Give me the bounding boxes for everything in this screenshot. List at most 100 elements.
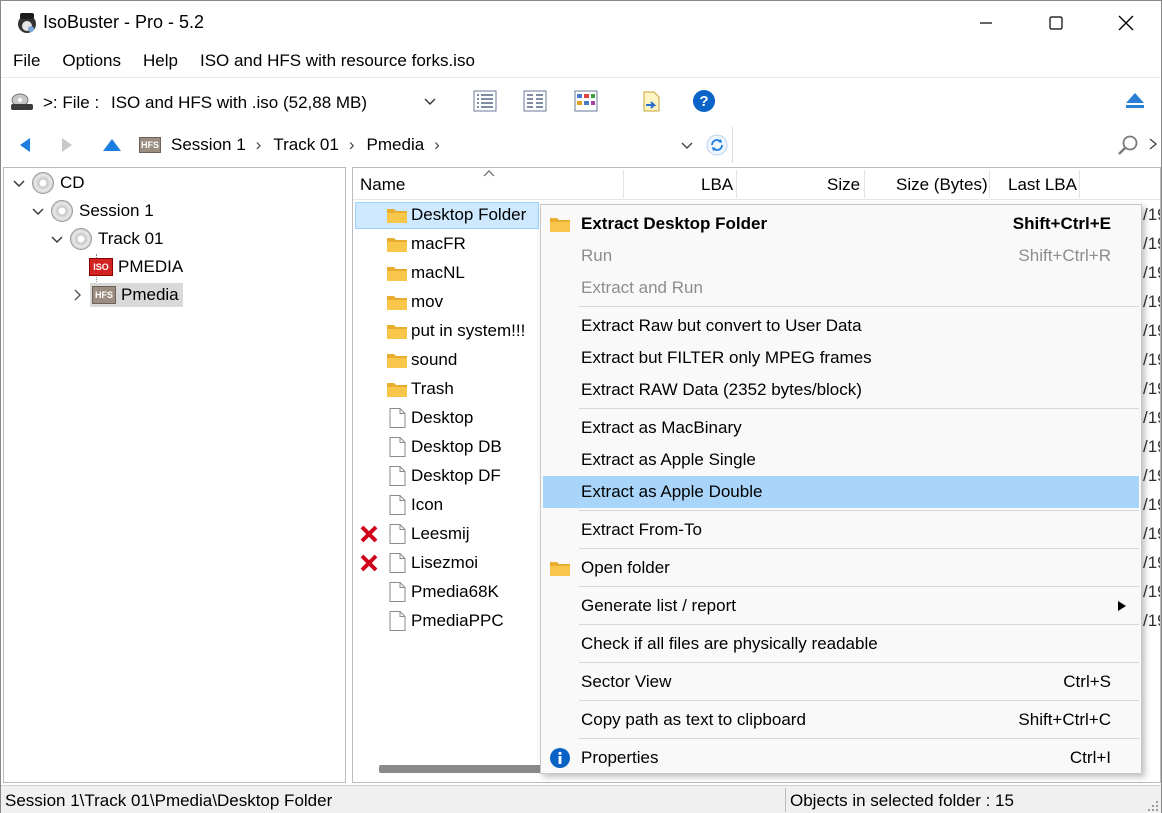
menu-item-label: Generate list / report [581,596,736,615]
tree-node-label: Pmedia [121,285,179,304]
row-name: Desktop Folder [411,205,527,224]
menu-item-check-if-all-files-are-physically-readable[interactable]: Check if all files are physically readab… [543,628,1139,660]
menu-item-extract-as-apple-double[interactable]: Extract as Apple Double [543,476,1139,508]
menu-item-label: Extract as Apple Single [581,450,756,469]
maximize-icon [1049,16,1063,30]
column-header-name[interactable]: Name [360,175,405,195]
menu-item-extract-raw-data-2352-bytes-block[interactable]: Extract RAW Data (2352 bytes/block) [543,374,1139,406]
tree-node-pmedia-iso[interactable]: ISO PMEDIA [89,254,183,280]
back-arrow-icon [20,138,30,152]
row-name: macNL [411,263,465,282]
document-icon [389,553,406,573]
document-icon [389,466,406,486]
menu-item-copy-path-as-text-to-clipboard[interactable]: Copy path as text to clipboard Shift+Ctrl… [543,704,1139,736]
sort-ascending-icon [483,170,495,177]
menu-item-extract-desktop-folder[interactable]: Extract Desktop Folder Shift+Ctrl+E [543,208,1139,240]
tree-node-cd[interactable]: CD [12,170,85,196]
menu-separator [579,624,1139,625]
chevron-right-icon[interactable] [70,288,84,302]
menu-item-shortcut: Ctrl+I [1069,748,1111,767]
status-path: Session 1\Track 01\Pmedia\Desktop Folder [5,791,333,810]
up-arrow-icon [103,139,121,151]
row-date-fragment: /19 [1143,495,1160,514]
tree-node-session[interactable]: Session 1 [31,198,154,224]
minimize-button[interactable] [951,1,1021,45]
column-header-size-bytes[interactable]: Size (Bytes) [896,175,988,195]
row-name: Pmedia68K [411,582,499,601]
cd-disc-icon [32,172,54,194]
column-divider[interactable] [736,170,737,198]
column-header-lba[interactable]: LBA [701,175,733,195]
context-menu: Extract Desktop Folder Shift+Ctrl+E Run Shi… [540,204,1142,774]
resize-grip-icon[interactable] [1145,798,1159,812]
menu-item-extract-as-apple-single[interactable]: Extract as Apple Single [543,444,1139,476]
horizontal-scrollbar[interactable] [379,765,549,773]
close-icon [1118,15,1134,31]
menu-item-extract-but-filter-only-mpeg-frames[interactable]: Extract but FILTER only MPEG frames [543,342,1139,374]
menu-item-extract-and-run[interactable]: Extract and Run [543,272,1139,304]
tree-node-track[interactable]: Track 01 [50,226,164,252]
menu-item-label: Extract Raw but convert to User Data [581,316,862,335]
up-button[interactable] [98,131,126,159]
menu-item-properties[interactable]: Properties Ctrl+I [543,742,1139,774]
menu-item-label: Extract Desktop Folder [581,214,768,233]
menu-item-label: Extract but FILTER only MPEG frames [581,348,872,367]
menu-item-extract-from-to[interactable]: Extract From-To [543,514,1139,546]
menu-image-file[interactable]: ISO and HFS with resource forks.iso [189,47,486,75]
chevron-down-icon[interactable] [679,137,695,153]
address-bar: HFS Session 1 › Track 01 › Pmedia › [1,125,1161,165]
refresh-icon[interactable] [705,133,729,157]
column-header-last-lba[interactable]: Last LBA [1008,175,1077,195]
tree-node-pmedia-hfs[interactable]: HFS Pmedia [70,282,183,308]
search-icon[interactable] [1115,133,1141,159]
list-view-button[interactable] [470,86,500,116]
eject-button[interactable] [1120,86,1150,116]
menu-item-generate-list-report[interactable]: Generate list / report [543,590,1139,622]
breadcrumb-separator-icon[interactable]: › [349,135,355,155]
menu-help[interactable]: Help [132,47,189,75]
menu-item-label: Properties [581,748,659,767]
status-bar: Session 1\Track 01\Pmedia\Desktop Folder… [1,785,1161,813]
document-icon [389,611,406,631]
menu-item-extract-as-macbinary[interactable]: Extract as MacBinary [543,412,1139,444]
extract-button[interactable] [638,86,668,116]
menu-item-open-folder[interactable]: Open folder [543,552,1139,584]
menu-item-sector-view[interactable]: Sector View Ctrl+S [543,666,1139,698]
row-date-fragment: /19 [1143,611,1160,630]
chevron-down-icon [424,98,436,105]
help-button[interactable]: ? [689,86,719,116]
thumbnail-view-button[interactable] [571,86,601,116]
column-divider[interactable] [989,170,990,198]
menu-separator [579,738,1139,739]
menu-options[interactable]: Options [51,47,132,75]
maximize-button[interactable] [1021,1,1091,45]
breadcrumb[interactable]: HFS Session 1 › Track 01 › Pmedia › [135,127,733,163]
breadcrumb-separator-icon[interactable]: › [256,135,262,155]
breadcrumb-separator-icon[interactable]: › [434,135,440,155]
breadcrumb-track[interactable]: Track 01 [273,135,339,155]
column-divider[interactable] [864,170,865,198]
forward-button[interactable] [53,131,81,159]
close-button[interactable] [1091,1,1161,45]
menu-item-run[interactable]: Run Shift+Ctrl+R [543,240,1139,272]
chevron-down-icon[interactable] [12,176,26,190]
chevron-down-icon[interactable] [31,204,45,218]
breadcrumb-pmedia[interactable]: Pmedia [367,135,425,155]
column-header-size[interactable]: Size [827,175,860,195]
menu-separator [579,306,1139,307]
column-divider[interactable] [623,170,624,198]
track-disc-icon [70,228,92,250]
chevron-right-icon[interactable] [1147,135,1159,153]
row-name: mov [411,292,444,311]
chevron-down-icon[interactable] [50,232,64,246]
menu-item-extract-raw-but-convert-to-user-data[interactable]: Extract Raw but convert to User Data [543,310,1139,342]
breadcrumb-session[interactable]: Session 1 [171,135,246,155]
column-divider[interactable] [1079,170,1080,198]
row-date-fragment: /19 [1143,466,1160,485]
drive-select[interactable]: >: File : ISO and HFS with .iso (52,88 M… [5,82,445,120]
details-view-button[interactable] [520,86,550,116]
menu-file[interactable]: File [1,47,51,75]
menu-item-label: Extract as MacBinary [581,418,742,437]
back-button[interactable] [11,131,39,159]
row-date-fragment: /19 [1143,205,1160,224]
